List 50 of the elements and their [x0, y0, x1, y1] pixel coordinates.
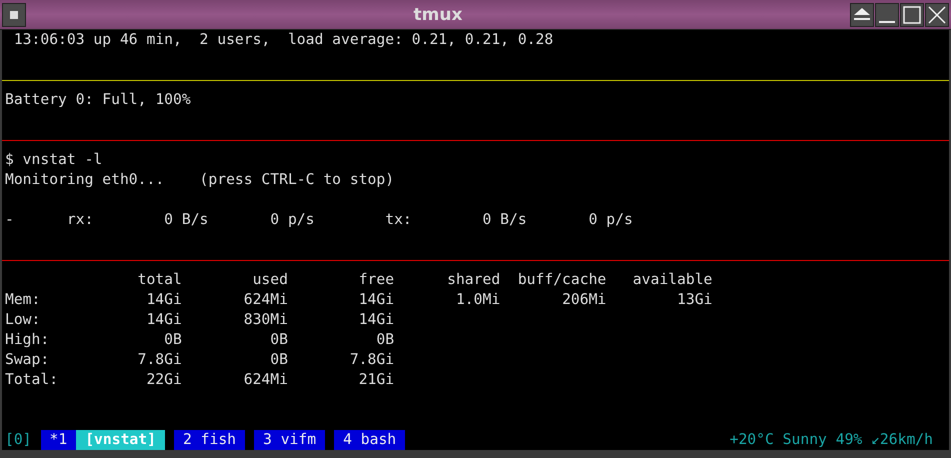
- close-icon: [927, 6, 947, 24]
- terminal-line: 13:06:03 up 46 min, 2 users, load average: 0.21, 0.21, 0.28: [12, 30, 554, 50]
- minimize-icon: [879, 20, 895, 22]
- table-cell: 13Gi: [677, 290, 712, 310]
- table-cell: 206Mi: [562, 290, 606, 310]
- column-header: buff/cache: [518, 270, 606, 290]
- window-tab[interactable]: 2 fish: [174, 430, 246, 450]
- terminal-line: $ vnstat -l: [5, 150, 102, 170]
- table-cell: 0B: [376, 330, 394, 350]
- status-info: +20°C Sunny 49% ↙26km/h: [730, 430, 933, 450]
- row-label: Mem:: [5, 290, 40, 310]
- close-button[interactable]: [925, 2, 949, 26]
- terminal-line: - rx: 0 B/s 0 p/s tx: 0 B/s 0 p/s: [5, 210, 633, 230]
- square-icon: [10, 10, 18, 18]
- table-cell: 1.0Mi: [456, 290, 500, 310]
- table-cell: 624Mi: [244, 290, 288, 310]
- table-cell: 830Mi: [244, 310, 288, 330]
- window-menu-button[interactable]: [2, 2, 26, 26]
- table-cell: 0B: [164, 330, 182, 350]
- shade-button[interactable]: [850, 2, 874, 26]
- table-cell: 624Mi: [244, 370, 288, 390]
- row-label: High:: [5, 330, 50, 350]
- table-cell: 14Gi: [146, 310, 182, 330]
- column-header: free: [358, 270, 394, 290]
- row-label: Total:: [5, 370, 58, 390]
- row-label: Swap:: [5, 350, 50, 370]
- table-cell: 0B: [270, 350, 288, 370]
- table-cell: 22Gi: [146, 370, 182, 390]
- maximize-button[interactable]: [900, 2, 924, 26]
- maximize-icon: [902, 6, 922, 24]
- terminal-line: Monitoring eth0... (press CTRL-C to stop): [5, 170, 394, 190]
- table-cell: 14Gi: [358, 290, 394, 310]
- table-cell: 14Gi: [146, 290, 182, 310]
- window-index[interactable]: *1: [40, 430, 76, 450]
- table-cell: 7.8Gi: [350, 350, 394, 370]
- column-header: total: [138, 270, 182, 290]
- table-cell: 21Gi: [358, 370, 394, 390]
- table-cell: 0B: [270, 330, 288, 350]
- row-label: Low:: [5, 310, 40, 330]
- column-header: used: [252, 270, 288, 290]
- session-name: [0]: [5, 430, 32, 450]
- window-tab[interactable]: 3 vifm: [254, 430, 326, 450]
- table-cell: 7.8Gi: [138, 350, 182, 370]
- table-cell: 14Gi: [358, 310, 394, 330]
- column-header: shared: [447, 270, 500, 290]
- minimize-button[interactable]: [875, 2, 899, 26]
- terminal-line: Battery 0: Full, 100%: [5, 90, 191, 110]
- column-header: available: [632, 270, 712, 290]
- window-tab[interactable]: 4 bash: [334, 430, 406, 450]
- window-title: tmux: [412, 4, 464, 24]
